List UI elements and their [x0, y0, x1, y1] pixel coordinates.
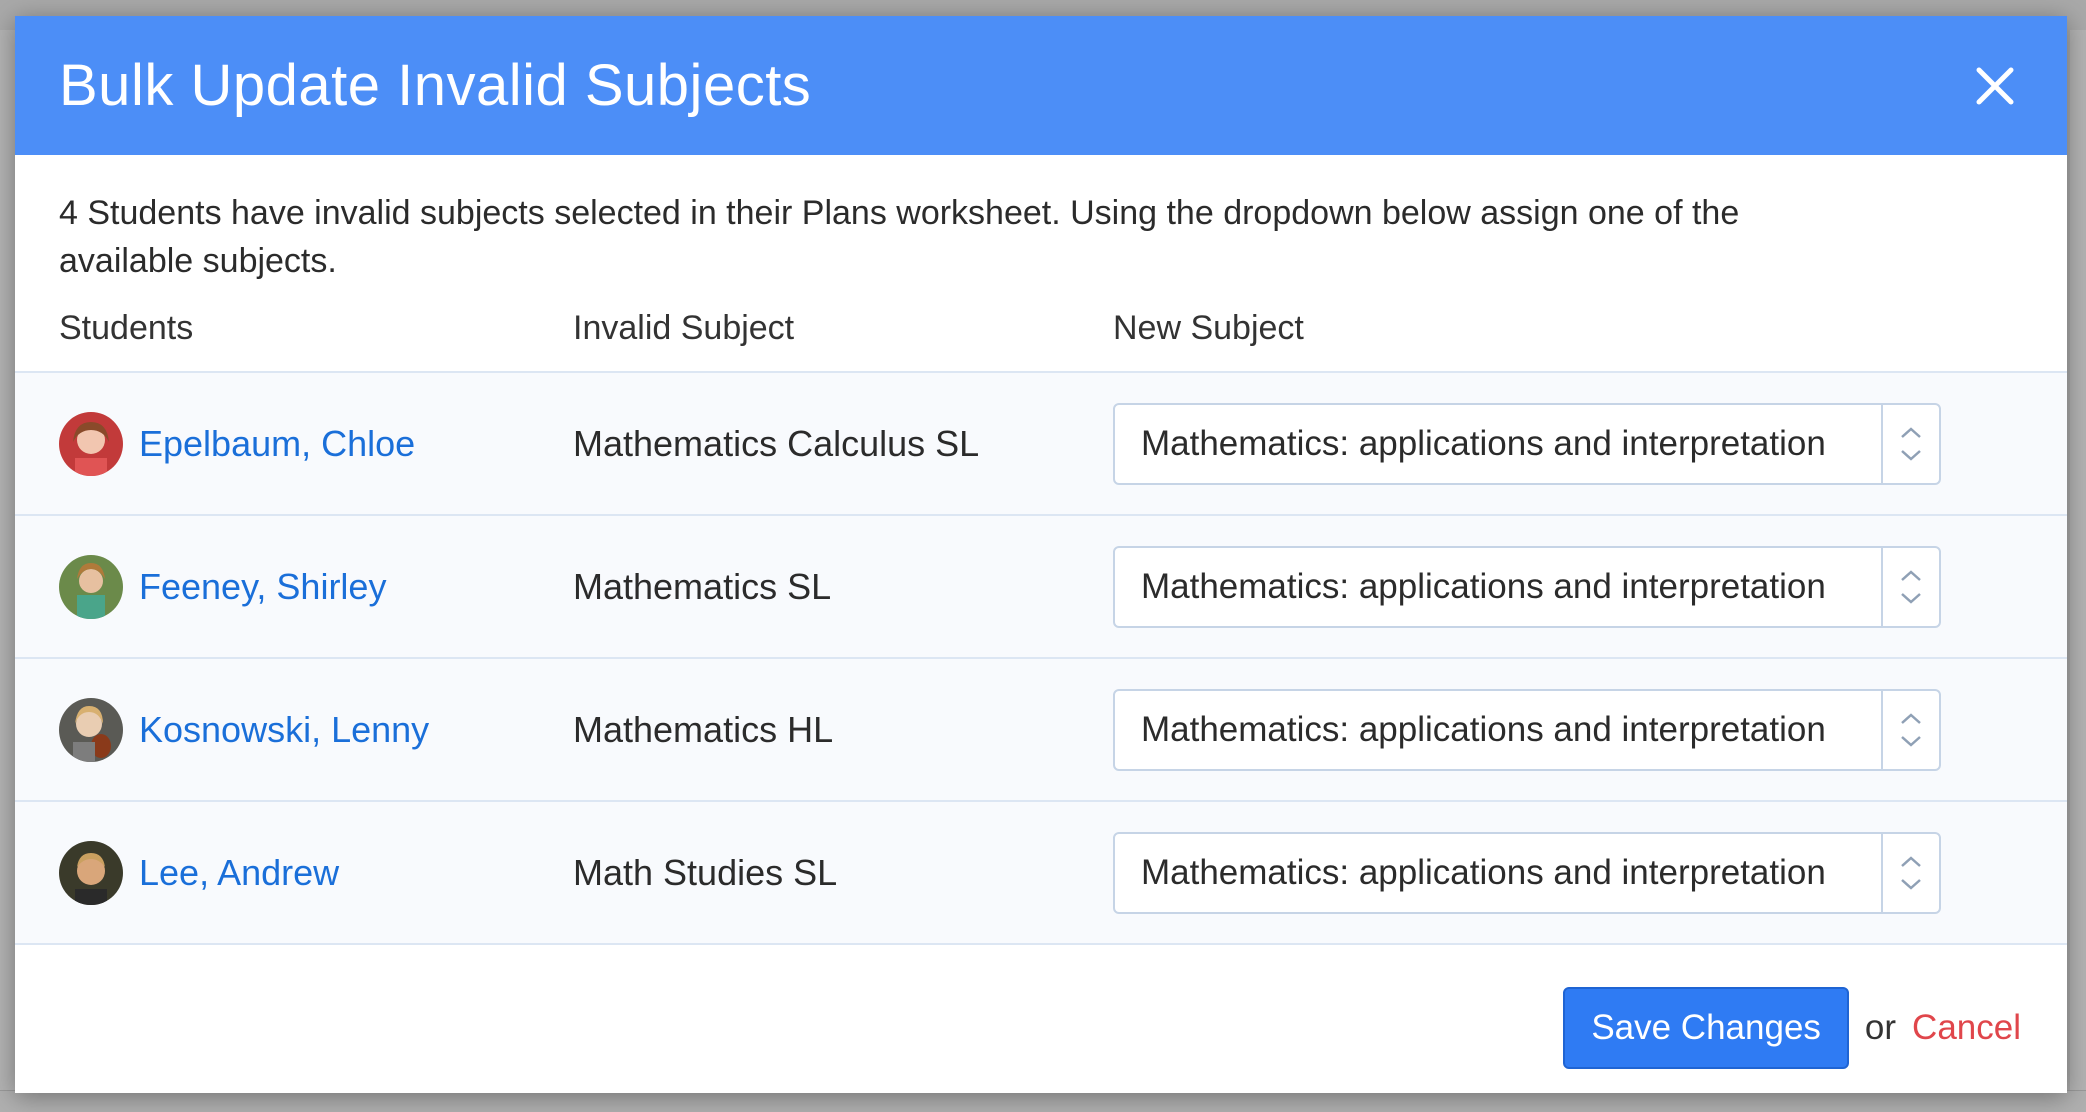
background-left-edge: [0, 30, 16, 1112]
student-rows: Epelbaum, Chloe Mathematics Calculus SL …: [15, 371, 2067, 945]
chevron-up-down-icon: [1881, 547, 1939, 626]
student-cell: Lee, Andrew: [59, 840, 573, 905]
table-row: Feeney, Shirley Mathematics SL Mathemati…: [15, 516, 2067, 659]
modal-title: Bulk Update Invalid Subjects: [59, 53, 812, 118]
table-row: Kosnowski, Lenny Mathematics HL Mathemat…: [15, 659, 2067, 802]
student-cell: Kosnowski, Lenny: [59, 697, 573, 762]
student-link[interactable]: Feeney, Shirley: [139, 566, 386, 608]
new-subject-select[interactable]: Mathematics: applications and interpreta…: [1113, 688, 1941, 771]
table-header: Students Invalid Subject New Subject: [15, 285, 2067, 371]
new-subject-select[interactable]: Mathematics: applications and interpreta…: [1113, 831, 1941, 914]
close-icon[interactable]: [1973, 64, 2017, 108]
table-row: Epelbaum, Chloe Mathematics Calculus SL …: [15, 373, 2067, 516]
avatar: [59, 554, 123, 619]
student-cell: Epelbaum, Chloe: [59, 411, 573, 476]
chevron-up-down-icon: [1881, 833, 1939, 912]
invalid-subject: Math Studies SL: [573, 851, 838, 893]
new-subject-select[interactable]: Mathematics: applications and interpreta…: [1113, 545, 1941, 628]
modal-header: Bulk Update Invalid Subjects: [15, 16, 2067, 155]
bulk-update-modal: Bulk Update Invalid Subjects 4 Students …: [15, 16, 2067, 1093]
student-link[interactable]: Kosnowski, Lenny: [139, 709, 429, 751]
invalid-subject: Mathematics Calculus SL: [573, 422, 980, 464]
table-row: Lee, Andrew Math Studies SL Mathematics:…: [15, 802, 2067, 945]
or-text: or: [1864, 1008, 1897, 1047]
avatar: [59, 697, 123, 762]
student-cell: Feeney, Shirley: [59, 554, 573, 619]
select-value: Mathematics: applications and interpreta…: [1141, 852, 1826, 892]
header-invalid-subject: Invalid Subject: [573, 308, 795, 347]
modal-footer: Save Changes or Cancel: [15, 963, 2067, 1093]
save-changes-button[interactable]: Save Changes: [1563, 987, 1849, 1069]
chevron-up-down-icon: [1881, 690, 1939, 769]
background-right-edge: [2070, 30, 2086, 1112]
background-bottom-edge: [0, 1090, 2086, 1112]
chevron-up-down-icon: [1881, 404, 1939, 483]
student-link[interactable]: Epelbaum, Chloe: [139, 423, 415, 465]
header-students: Students: [59, 308, 194, 347]
new-subject-select[interactable]: Mathematics: applications and interpreta…: [1113, 402, 1941, 485]
select-value: Mathematics: applications and interpreta…: [1141, 566, 1826, 606]
intro-text: 4 Students have invalid subjects selecte…: [59, 194, 1740, 280]
invalid-subject: Mathematics HL: [573, 708, 834, 750]
header-new-subject: New Subject: [1113, 308, 1304, 347]
student-link[interactable]: Lee, Andrew: [139, 852, 339, 894]
cancel-link[interactable]: Cancel: [1912, 1008, 2021, 1048]
select-value: Mathematics: applications and interpreta…: [1141, 709, 1826, 749]
avatar: [59, 840, 123, 905]
avatar: [59, 411, 123, 476]
select-value: Mathematics: applications and interpreta…: [1141, 423, 1826, 463]
invalid-subject: Mathematics SL: [573, 565, 832, 607]
